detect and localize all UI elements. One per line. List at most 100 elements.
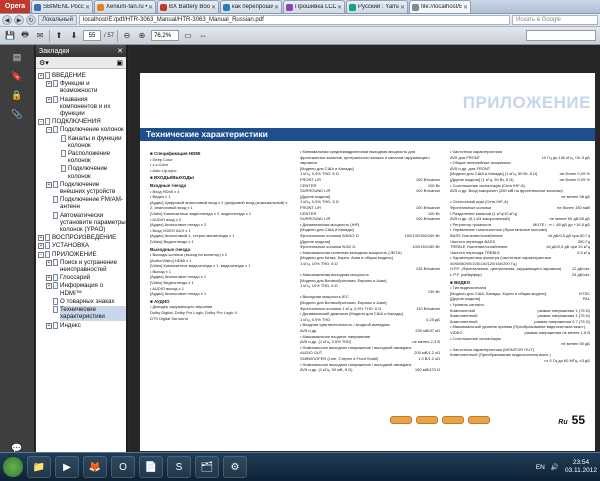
browser-tab[interactable]: SBIMENL Россия...✕ [31,0,93,13]
bookmark-item[interactable]: + Глоссарий [36,274,126,282]
browser-tab[interactable]: BX Battery Booste...✕ [157,0,219,13]
bookmarks-toolbar: ⚙▾ ▣ [36,57,126,69]
document-viewport[interactable]: ПРИЛОЖЕНИЕ Технические характеристики ■ … [130,45,600,452]
bookmark-item[interactable]: + Функции и возможности [36,80,126,94]
browser-tab[interactable]: Прошивка LCD т...✕ [283,0,345,13]
bookmark-item[interactable]: + Подключение внешних устройств [36,180,126,195]
find-input[interactable] [526,30,596,41]
url-field[interactable]: localhost/E:/pdf/HTR-3063_Manual/HTR-306… [78,15,510,25]
spec-value: PAL [582,296,590,302]
print-icon[interactable]: 🖶 [19,30,31,42]
explorer-icon[interactable]: 📁 [27,456,51,478]
options-icon[interactable]: ⚙▾ [39,59,49,67]
expand-toggle-icon[interactable]: − [38,119,44,126]
page-number-field[interactable]: 55 [83,30,101,41]
close-tab-icon[interactable]: ✕ [274,4,279,11]
browser-tab[interactable]: Xenium-fan.ru •...✕ [94,0,156,13]
zoom-out-icon[interactable]: ⊖ [121,30,133,42]
bookmark-label: Каналы и функции колонок [68,134,122,149]
start-button[interactable] [3,457,23,477]
pdf-icon[interactable]: 📄 [139,456,163,478]
expand-icon[interactable]: ▣ [116,59,123,67]
spec-row: Фронтальные колонки 8/6/4/2 Ω 100/130/150… [300,233,440,239]
skype-icon[interactable]: S [167,456,191,478]
language-indicator[interactable]: EN [536,464,545,471]
save-icon[interactable]: 💾 [4,30,16,42]
expand-toggle-icon[interactable]: + [46,259,52,266]
expand-toggle-icon[interactable]: − [38,251,44,258]
bookmark-item[interactable]: О товарных знаках [36,297,126,305]
expand-toggle-icon[interactable]: + [46,181,52,188]
expand-toggle-icon[interactable]: + [46,81,52,88]
bookmark-item[interactable]: + Информация о HDMI™ [36,282,126,297]
bookmark-item[interactable]: Подключение FM/AM-антенн [36,196,126,210]
forward-button[interactable]: ▶ [14,15,24,25]
firefox-icon[interactable]: 🦊 [83,456,107,478]
close-tab-icon[interactable]: ✕ [400,4,405,11]
bookmark-item[interactable]: Технические характеристики [36,306,126,321]
fit-page-icon[interactable]: ▭ [182,30,194,42]
close-icon[interactable]: ✕ [117,47,123,55]
spec-value: 130 Вт [427,288,440,294]
fit-width-icon[interactable]: ⇔ [197,30,209,42]
bookmark-item[interactable]: + Поиск и устранение неисправностей [36,258,126,273]
bookmark-item[interactable]: + Индекс [36,321,126,329]
section-header: ПРИЛОЖЕНИЕ [462,93,591,112]
bookmark-page-icon [53,196,58,204]
spec-heading: ■ ВХОДЫ/ВЫХОДЫ [150,175,194,181]
bookmark-item[interactable]: − ПОДКЛЮЧЕНИЯ [36,118,126,126]
expand-toggle-icon[interactable]: + [38,243,44,250]
close-tab-icon[interactable]: ✕ [463,4,468,11]
bookmark-label: ПРИЛОЖЕНИЕ [52,250,97,258]
attachments-icon[interactable]: 📎 [9,107,25,121]
zoom-field[interactable]: 76,2% [151,30,180,41]
expand-toggle-icon[interactable]: + [38,73,44,79]
bookmark-item[interactable]: Подключение колонок [36,165,126,180]
bookmark-item[interactable]: − Подключение колонок [36,126,126,134]
bookmark-item[interactable]: + ВВЕДЕНИЕ [36,72,126,79]
tab-label: file://localhost/E/... [421,4,462,10]
expand-toggle-icon[interactable]: + [38,235,44,242]
zoom-in-icon[interactable]: ⊕ [136,30,148,42]
bookmarks-icon[interactable]: 🔖 [9,69,25,83]
back-button[interactable]: ◀ [2,15,12,25]
bookmark-item[interactable]: − ПРИЛОЖЕНИЕ [36,250,126,258]
footer-page-number: 55 [571,413,585,427]
bookmark-item[interactable]: Каналы и функции колонок [36,134,126,149]
bookmark-item[interactable]: + ВОСПРОИЗВЕДЕНИЕ [36,234,126,242]
close-tab-icon[interactable]: ✕ [85,4,90,11]
search-input[interactable]: Искать в Google [512,15,598,25]
bookmark-item[interactable]: + Названия компонентов и их функции [36,95,126,118]
volume-icon[interactable]: 🔊 [551,463,559,471]
expand-toggle-icon[interactable]: − [46,127,52,134]
close-tab-icon[interactable]: ✕ [337,4,342,11]
page-down-icon[interactable]: ⬇ [68,30,80,42]
opera-menu-button[interactable]: Opera [0,0,30,13]
expand-toggle-icon[interactable]: + [46,275,52,282]
pages-icon[interactable]: ▤ [9,50,25,64]
browser-tab[interactable]: как перепрошит...✕ [220,0,282,13]
lock-icon[interactable]: 🔒 [9,88,25,102]
nav-pill [468,416,490,424]
browser-tab-bar: Opera SBIMENL Россия...✕Xenium-fan.ru •.… [0,0,600,14]
settings-icon[interactable]: ⚙ [223,456,247,478]
email-icon[interactable]: ✉ [34,30,46,42]
media-player-icon[interactable]: ▶ [55,456,79,478]
expand-toggle-icon[interactable]: + [46,322,52,329]
bookmark-item[interactable]: Расположение колонок [36,150,126,164]
reload-button[interactable]: ↻ [26,15,36,25]
bookmark-item[interactable]: Автоматически установите параметры колон… [36,211,126,234]
bookmark-item[interactable]: + УСТАНОВКА [36,242,126,250]
clock[interactable]: 23:54 03.11.2012 [565,459,597,475]
expand-toggle-icon[interactable]: + [46,96,52,103]
spec-key [450,341,561,347]
close-tab-icon[interactable]: ✕ [211,4,216,11]
expand-toggle-icon [54,135,60,142]
page-up-icon[interactable]: ⬆ [53,30,65,42]
expand-toggle-icon[interactable]: + [46,283,52,290]
folder-icon[interactable]: 🗂 [195,456,219,478]
close-tab-icon[interactable]: ✕ [148,4,153,11]
browser-tab[interactable]: file://localhost/E/...✕ [409,0,471,13]
browser-tab[interactable]: Русский : Yamah...✕ [346,0,408,13]
opera-icon[interactable]: O [111,456,135,478]
